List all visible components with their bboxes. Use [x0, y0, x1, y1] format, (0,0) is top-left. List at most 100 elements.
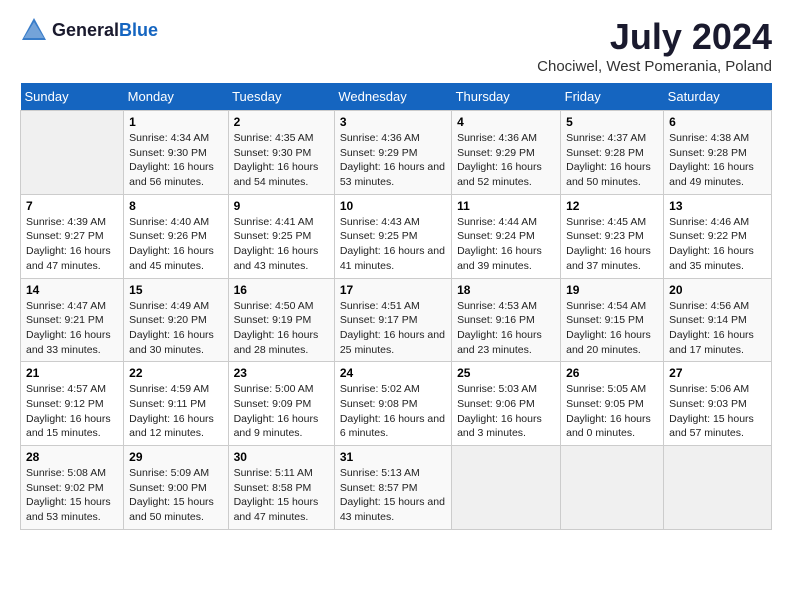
calendar-cell: 26 Sunrise: 5:05 AMSunset: 9:05 PMDayligh… — [561, 362, 664, 446]
day-number: 19 — [566, 283, 658, 297]
day-info: Sunrise: 4:57 AMSunset: 9:12 PMDaylight:… — [26, 382, 118, 441]
calendar-cell: 9 Sunrise: 4:41 AMSunset: 9:25 PMDaylight… — [228, 194, 334, 278]
day-info: Sunrise: 4:45 AMSunset: 9:23 PMDaylight:… — [566, 215, 658, 274]
calendar-cell — [561, 446, 664, 530]
calendar-cell: 20Sunrise: 4:56 AMSunset: 9:14 PMDayligh… — [664, 278, 772, 362]
week-row-5: 28 Sunrise: 5:08 AMSunset: 9:02 PMDayligh… — [21, 446, 772, 530]
calendar-table: SundayMondayTuesdayWednesdayThursdayFrid… — [20, 83, 772, 530]
day-number: 6 — [669, 115, 766, 129]
calendar-cell — [21, 111, 124, 195]
day-number: 7 — [26, 199, 118, 213]
day-number: 21 — [26, 366, 118, 380]
day-info: Sunrise: 5:02 AMSunset: 9:08 PMDaylight:… — [340, 382, 446, 441]
calendar-cell: 16 Sunrise: 4:50 AMSunset: 9:19 PMDayligh… — [228, 278, 334, 362]
day-info: Sunrise: 4:35 AMSunset: 9:30 PMDaylight:… — [234, 131, 329, 190]
calendar-cell: 7 Sunrise: 4:39 AMSunset: 9:27 PMDaylight… — [21, 194, 124, 278]
header-day-saturday: Saturday — [664, 83, 772, 111]
week-row-2: 7 Sunrise: 4:39 AMSunset: 9:27 PMDaylight… — [21, 194, 772, 278]
day-number: 26 — [566, 366, 658, 380]
calendar-cell — [452, 446, 561, 530]
day-info: Sunrise: 5:05 AMSunset: 9:05 PMDaylight:… — [566, 382, 658, 441]
logo-icon — [20, 16, 48, 44]
calendar-cell: 17 Sunrise: 4:51 AMSunset: 9:17 PMDayligh… — [334, 278, 451, 362]
day-number: 22 — [129, 366, 222, 380]
day-info: Sunrise: 5:11 AMSunset: 8:58 PMDaylight:… — [234, 466, 329, 525]
calendar-cell: 15 Sunrise: 4:49 AMSunset: 9:20 PMDayligh… — [124, 278, 228, 362]
day-number: 10 — [340, 199, 446, 213]
calendar-cell: 2 Sunrise: 4:35 AMSunset: 9:30 PMDaylight… — [228, 111, 334, 195]
day-number: 24 — [340, 366, 446, 380]
day-number: 11 — [457, 199, 555, 213]
week-row-1: 1 Sunrise: 4:34 AMSunset: 9:30 PMDaylight… — [21, 111, 772, 195]
day-number: 28 — [26, 450, 118, 464]
calendar-cell: 18 Sunrise: 4:53 AMSunset: 9:16 PMDayligh… — [452, 278, 561, 362]
calendar-cell: 19 Sunrise: 4:54 AMSunset: 9:15 PMDayligh… — [561, 278, 664, 362]
day-info: Sunrise: 5:08 AMSunset: 9:02 PMDaylight:… — [26, 466, 118, 525]
day-info: Sunrise: 4:43 AMSunset: 9:25 PMDaylight:… — [340, 215, 446, 274]
subtitle: Chociwel, West Pomerania, Poland — [537, 58, 772, 75]
calendar-cell: 1 Sunrise: 4:34 AMSunset: 9:30 PMDaylight… — [124, 111, 228, 195]
header-day-wednesday: Wednesday — [334, 83, 451, 111]
calendar-cell: 3Sunrise: 4:36 AMSunset: 9:29 PMDaylight… — [334, 111, 451, 195]
day-number: 12 — [566, 199, 658, 213]
day-info: Sunrise: 5:13 AMSunset: 8:57 PMDaylight:… — [340, 466, 446, 525]
day-number: 1 — [129, 115, 222, 129]
day-number: 23 — [234, 366, 329, 380]
header-day-sunday: Sunday — [21, 83, 124, 111]
day-info: Sunrise: 4:46 AMSunset: 9:22 PMDaylight:… — [669, 215, 766, 274]
page-header: GeneralBlue July 2024 Chociwel, West Pom… — [20, 16, 772, 75]
calendar-cell: 8 Sunrise: 4:40 AMSunset: 9:26 PMDaylight… — [124, 194, 228, 278]
main-title: July 2024 — [537, 16, 772, 58]
calendar-cell: 12 Sunrise: 4:45 AMSunset: 9:23 PMDayligh… — [561, 194, 664, 278]
calendar-cell: 6 Sunrise: 4:38 AMSunset: 9:28 PMDaylight… — [664, 111, 772, 195]
calendar-cell: 22 Sunrise: 4:59 AMSunset: 9:11 PMDayligh… — [124, 362, 228, 446]
day-info: Sunrise: 4:36 AMSunset: 9:29 PMDaylight:… — [457, 131, 555, 190]
day-info: Sunrise: 4:56 AMSunset: 9:14 PMDaylight:… — [669, 299, 766, 358]
day-number: 9 — [234, 199, 329, 213]
calendar-cell: 21 Sunrise: 4:57 AMSunset: 9:12 PMDayligh… — [21, 362, 124, 446]
day-info: Sunrise: 4:54 AMSunset: 9:15 PMDaylight:… — [566, 299, 658, 358]
header-day-friday: Friday — [561, 83, 664, 111]
day-info: Sunrise: 4:44 AMSunset: 9:24 PMDaylight:… — [457, 215, 555, 274]
day-info: Sunrise: 5:00 AMSunset: 9:09 PMDaylight:… — [234, 382, 329, 441]
calendar-cell: 14Sunrise: 4:47 AMSunset: 9:21 PMDayligh… — [21, 278, 124, 362]
day-number: 8 — [129, 199, 222, 213]
title-block: July 2024 Chociwel, West Pomerania, Pola… — [537, 16, 772, 75]
calendar-cell: 27 Sunrise: 5:06 AMSunset: 9:03 PMDayligh… — [664, 362, 772, 446]
calendar-header-row: SundayMondayTuesdayWednesdayThursdayFrid… — [21, 83, 772, 111]
day-info: Sunrise: 4:49 AMSunset: 9:20 PMDaylight:… — [129, 299, 222, 358]
day-info: Sunrise: 5:03 AMSunset: 9:06 PMDaylight:… — [457, 382, 555, 441]
calendar-cell: 31 Sunrise: 5:13 AMSunset: 8:57 PMDayligh… — [334, 446, 451, 530]
day-info: Sunrise: 4:38 AMSunset: 9:28 PMDaylight:… — [669, 131, 766, 190]
calendar-cell: 25Sunrise: 5:03 AMSunset: 9:06 PMDayligh… — [452, 362, 561, 446]
day-number: 27 — [669, 366, 766, 380]
day-info: Sunrise: 4:51 AMSunset: 9:17 PMDaylight:… — [340, 299, 446, 358]
day-info: Sunrise: 4:34 AMSunset: 9:30 PMDaylight:… — [129, 131, 222, 190]
calendar-cell: 10 Sunrise: 4:43 AMSunset: 9:25 PMDayligh… — [334, 194, 451, 278]
day-info: Sunrise: 5:09 AMSunset: 9:00 PMDaylight:… — [129, 466, 222, 525]
day-number: 2 — [234, 115, 329, 129]
day-number: 15 — [129, 283, 222, 297]
day-info: Sunrise: 5:06 AMSunset: 9:03 PMDaylight:… — [669, 382, 766, 441]
day-number: 29 — [129, 450, 222, 464]
calendar-cell: 4 Sunrise: 4:36 AMSunset: 9:29 PMDaylight… — [452, 111, 561, 195]
header-day-monday: Monday — [124, 83, 228, 111]
day-info: Sunrise: 4:59 AMSunset: 9:11 PMDaylight:… — [129, 382, 222, 441]
day-info: Sunrise: 4:40 AMSunset: 9:26 PMDaylight:… — [129, 215, 222, 274]
day-info: Sunrise: 4:50 AMSunset: 9:19 PMDaylight:… — [234, 299, 329, 358]
calendar-cell: 28 Sunrise: 5:08 AMSunset: 9:02 PMDayligh… — [21, 446, 124, 530]
calendar-cell — [664, 446, 772, 530]
day-info: Sunrise: 4:53 AMSunset: 9:16 PMDaylight:… — [457, 299, 555, 358]
logo-text: GeneralBlue — [52, 20, 158, 41]
calendar-cell: 23 Sunrise: 5:00 AMSunset: 9:09 PMDayligh… — [228, 362, 334, 446]
header-day-thursday: Thursday — [452, 83, 561, 111]
day-number: 18 — [457, 283, 555, 297]
day-number: 16 — [234, 283, 329, 297]
day-info: Sunrise: 4:41 AMSunset: 9:25 PMDaylight:… — [234, 215, 329, 274]
day-info: Sunrise: 4:39 AMSunset: 9:27 PMDaylight:… — [26, 215, 118, 274]
day-number: 17 — [340, 283, 446, 297]
day-number: 14 — [26, 283, 118, 297]
day-number: 31 — [340, 450, 446, 464]
day-number: 4 — [457, 115, 555, 129]
calendar-cell: 30Sunrise: 5:11 AMSunset: 8:58 PMDayligh… — [228, 446, 334, 530]
